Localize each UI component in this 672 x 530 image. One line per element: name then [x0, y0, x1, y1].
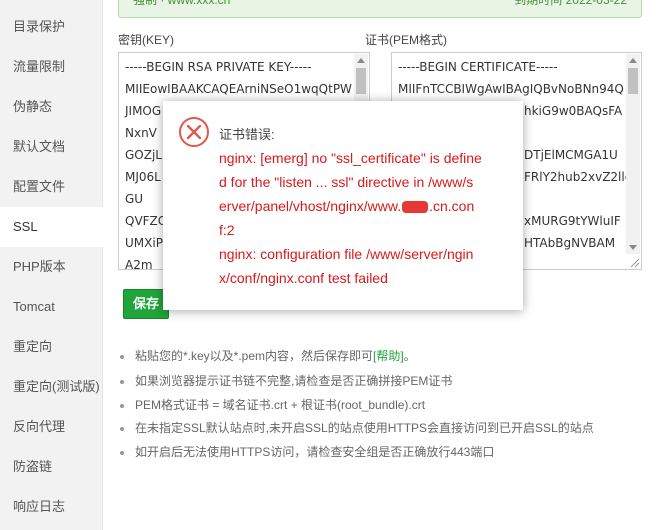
- sidebar: 目录保护 流量限制 伪静态 默认文档 配置文件 SSL PHP版本 Tomcat…: [0, 0, 103, 530]
- key-line: NxnV: [125, 126, 157, 140]
- pem-line: -----BEGIN CERTIFICATE-----: [398, 60, 558, 74]
- sidebar-item-php-version[interactable]: PHP版本: [0, 247, 103, 287]
- key-line: MIIEowIBAAKCAQEArniNSeO1wqQtPW: [125, 82, 352, 96]
- sidebar-item-redirect[interactable]: 重定向: [0, 327, 103, 367]
- error-message-line: f:2: [219, 222, 235, 238]
- key-line: GOZjL: [125, 148, 162, 162]
- tip-item: 如果浏览器提示证书链不完整,请检查是否正确拼接PEM证书: [118, 370, 452, 392]
- key-line: QVFZC: [125, 214, 167, 228]
- scroll-thumb[interactable]: [628, 68, 638, 94]
- scroll-down-arrow-icon[interactable]: [629, 245, 637, 250]
- redacted-domain: [402, 201, 429, 214]
- sidebar-item-hotlink[interactable]: 防盗链: [0, 447, 103, 487]
- sidebar-item-dir-protect[interactable]: 目录保护: [0, 7, 103, 47]
- resize-grip-icon[interactable]: [629, 257, 639, 267]
- pem-line: hkiG9w0BAQsFA: [524, 104, 623, 118]
- bullet-icon: [120, 354, 124, 359]
- error-message-line: nginx: [emerg] no "ssl_certificate" is d…: [219, 150, 482, 166]
- banner-right-text: 到期时间 2022-03-22: [514, 0, 627, 7]
- key-label: 密钥(KEY): [118, 33, 175, 47]
- help-link[interactable]: [帮助]: [373, 349, 404, 363]
- sidebar-item-ssl[interactable]: SSL: [0, 207, 103, 247]
- bullet-icon: [120, 403, 124, 408]
- key-line: A2m: [125, 258, 153, 270]
- error-dialog: 证书错误: nginx: [emerg] no "ssl_certificate…: [163, 101, 523, 310]
- scroll-up-arrow-icon[interactable]: [629, 58, 637, 63]
- sidebar-item-redirect-beta[interactable]: 重定向(测试版): [0, 367, 103, 407]
- error-message-line: erver/panel/vhost/nginx/www. .cn.con: [219, 198, 475, 214]
- sidebar-item-tomcat[interactable]: Tomcat: [0, 287, 103, 327]
- key-line: JIMOG: [125, 104, 162, 118]
- pem-line: DTjElMCMGA1U: [524, 148, 618, 162]
- sidebar-item-config-file[interactable]: 配置文件: [0, 167, 103, 207]
- error-circle-x-icon: [179, 117, 209, 147]
- pem-label: 证书(PEM格式): [365, 33, 447, 47]
- pem-line: FRlY2hub2xvZ2llc: [524, 170, 632, 184]
- sidebar-item-rewrite[interactable]: 伪静态: [0, 87, 103, 127]
- dialog-title: 证书错误:: [219, 127, 275, 142]
- bullet-icon: [120, 426, 124, 431]
- pem-line: HTAbBgNVBAM: [524, 236, 616, 250]
- key-line: UMXiP: [125, 236, 163, 250]
- banner-left-text: 强制 · www.xxx.cn: [133, 0, 231, 7]
- key-line: -----BEGIN RSA PRIVATE KEY-----: [125, 60, 312, 74]
- ssl-status-banner: 强制 · www.xxx.cn 到期时间 2022-03-22: [118, 0, 642, 18]
- scroll-thumb[interactable]: [356, 68, 366, 94]
- key-line: GU: [125, 192, 144, 206]
- pem-line: MIIFnTCCBIWgAwIBAgIQBvNoBNn94Q: [398, 82, 624, 96]
- error-message-line: x/conf/nginx.conf test failed: [219, 270, 388, 286]
- tip-item: 在未指定SSL默认站点时,未开启SSL的站点使用HTTPS会直接访问到已开启SS…: [118, 417, 594, 439]
- tip-item: 粘贴您的*.key以及*.pem内容，然后保存即可[帮助]。: [118, 345, 416, 367]
- pem-line: xMURG9tYWluIF: [524, 214, 621, 228]
- scroll-up-arrow-icon[interactable]: [357, 58, 365, 63]
- error-message-line: nginx: configuration file /www/server/ng…: [219, 246, 474, 262]
- sidebar-item-traffic-limit[interactable]: 流量限制: [0, 47, 103, 87]
- pem-scrollbar[interactable]: [626, 54, 640, 254]
- bullet-icon: [120, 379, 124, 384]
- bullet-icon: [120, 450, 124, 455]
- tip-item: PEM格式证书 = 域名证书.crt + 根证书(root_bundle).cr…: [118, 394, 425, 416]
- tip-item: 如开启后无法使用HTTPS访问，请检查安全组是否正确放行443端口: [118, 441, 494, 463]
- sidebar-item-reverse-proxy[interactable]: 反向代理: [0, 407, 103, 447]
- error-message-line: d for the "listen ... ssl" directive in …: [219, 174, 474, 190]
- sidebar-item-default-doc[interactable]: 默认文档: [0, 127, 103, 167]
- sidebar-item-response-log[interactable]: 响应日志: [0, 487, 103, 527]
- key-line: MJ06L: [125, 170, 161, 184]
